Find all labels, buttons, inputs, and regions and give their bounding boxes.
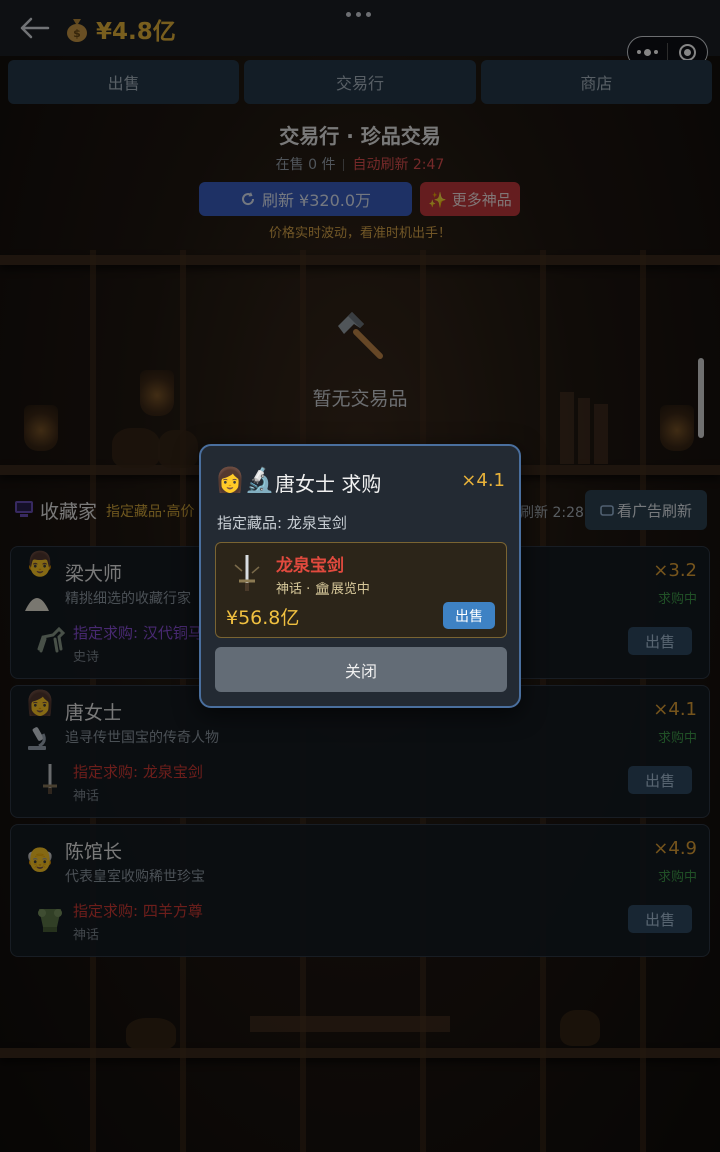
offered-item-card: 龙泉宝剑 神话 · 🏛展览中 ¥56.8亿 出售 — [215, 542, 507, 638]
dialog-title: 唐女士 求购 — [275, 472, 382, 496]
dialog-multiplier: ×4.1 — [461, 470, 505, 491]
purchase-request-dialog: 👩🔬 唐女士 求购 ×4.1 指定藏品: 龙泉宝剑 龙泉宝剑 神话 · 🏛展览中… — [199, 444, 521, 708]
dialog-target-item: 指定藏品: 龙泉宝剑 — [217, 514, 347, 532]
dialog-sell-button[interactable]: 出售 — [443, 602, 495, 629]
item-meta: 神话 · 🏛展览中 — [276, 582, 370, 597]
collector-avatar-icon: 👩🔬 — [215, 466, 275, 494]
sword-icon — [234, 555, 260, 591]
collector-icons: 👩🔬 — [215, 466, 275, 494]
item-price: ¥56.8亿 — [226, 607, 300, 629]
item-name: 龙泉宝剑 — [276, 556, 344, 576]
dialog-close-button[interactable]: 关闭 — [215, 647, 507, 692]
